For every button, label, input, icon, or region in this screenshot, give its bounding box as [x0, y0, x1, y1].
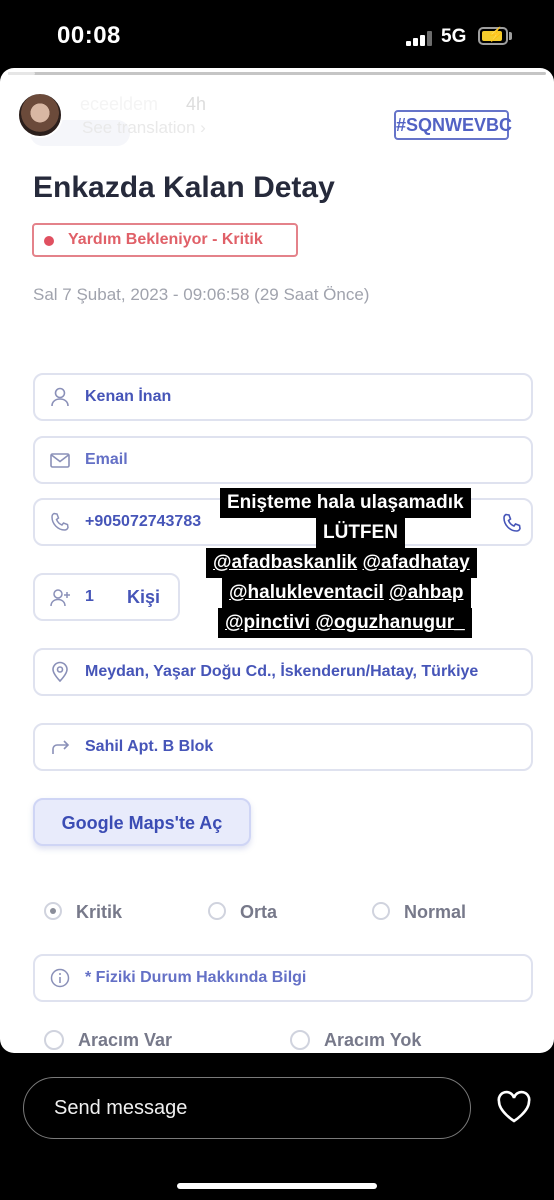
- radio-selected-icon: [44, 902, 62, 920]
- story-card[interactable]: eceeldem 4h See translation › #SQNWEVBC …: [0, 68, 554, 1053]
- address-field[interactable]: Meydan, Yaşar Doğu Cd., İskenderun/Hatay…: [33, 648, 533, 696]
- status-badge-label: Yardım Bekleniyor - Kritik: [68, 231, 263, 248]
- open-google-maps-label: Google Maps'te Aç: [61, 813, 223, 833]
- radio-unselected-icon: [372, 902, 390, 920]
- page-title: Enkazda Kalan Detay: [33, 171, 335, 204]
- severity-label-normal: Normal: [404, 902, 467, 922]
- overlay-line-5: @pinctivi @oguzhanugur_: [218, 608, 472, 638]
- severity-label-orta: Orta: [240, 902, 278, 922]
- overlay-line-1: Enişteme hala ulaşamadık: [220, 488, 471, 518]
- phone-icon: [51, 512, 69, 531]
- see-translation-link[interactable]: See translation ›: [82, 118, 206, 138]
- vehicle-label-no: Aracım Yok: [324, 1030, 422, 1050]
- mail-icon: [50, 453, 70, 468]
- story-username[interactable]: eceeldem: [80, 94, 158, 115]
- info-icon: [50, 968, 70, 988]
- person-count-value: 1: [85, 588, 94, 605]
- mention-halukleventacil[interactable]: @halukleventacil: [229, 582, 384, 603]
- mention-ahbap[interactable]: @ahbap: [389, 582, 463, 603]
- mention-afadbaskanlik[interactable]: @afadbaskanlik: [213, 552, 357, 573]
- mention-pinctivi[interactable]: @pinctivi: [225, 612, 310, 633]
- physical-condition-placeholder: * Fiziki Durum Hakkında Bilgi: [85, 969, 307, 986]
- story-age: 4h: [186, 94, 207, 114]
- person-count-unit: Kişi: [127, 587, 161, 607]
- phone-value: +905072743783: [85, 513, 202, 530]
- status-dot-icon: [44, 236, 54, 246]
- status-badge: Yardım Bekleniyor - Kritik: [32, 223, 298, 257]
- avatar[interactable]: [17, 92, 63, 138]
- person-count-stepper[interactable]: 1 Kişi: [33, 573, 180, 621]
- address-value: Meydan, Yaşar Doğu Cd., İskenderun/Hatay…: [85, 663, 479, 680]
- vehicle-radio-yes[interactable]: Aracım Var: [44, 1028, 264, 1053]
- mention-oguzhanugur[interactable]: @oguzhanugur_: [315, 612, 464, 633]
- clock: 00:08: [57, 22, 121, 49]
- add-person-icon: [50, 589, 70, 607]
- battery-tip: [509, 32, 512, 40]
- person-icon: [51, 387, 69, 407]
- send-message-placeholder: Send message: [54, 1097, 188, 1119]
- severity-label-kritik: Kritik: [76, 902, 123, 922]
- overlay-line-4: @halukleventacil @ahbap: [222, 578, 471, 608]
- radio-unselected-icon: [44, 1030, 64, 1050]
- radio-unselected-icon: [208, 902, 226, 920]
- home-indicator: [177, 1183, 377, 1189]
- report-datetime: Sal 7 Şubat, 2023 - 09:06:58 (29 Saat Ön…: [33, 285, 370, 304]
- open-google-maps-button[interactable]: Google Maps'te Aç: [33, 798, 251, 846]
- vehicle-radio-no[interactable]: Aracım Yok: [290, 1028, 510, 1053]
- story-progress-bar: [8, 72, 546, 75]
- physical-condition-field[interactable]: * Fiziki Durum Hakkında Bilgi: [33, 954, 533, 1002]
- ticket-id-badge: #SQNWEVBC: [394, 110, 512, 140]
- building-field[interactable]: Sahil Apt. B Blok: [33, 723, 533, 771]
- heart-icon[interactable]: [496, 1090, 532, 1124]
- radio-unselected-icon: [290, 1030, 310, 1050]
- status-bar: 00:08 5G ⚡: [0, 0, 554, 70]
- call-icon[interactable]: [501, 512, 523, 534]
- email-placeholder: Email: [85, 451, 128, 468]
- signal-icon: [406, 30, 436, 46]
- vehicle-label-yes: Aracım Var: [78, 1030, 173, 1050]
- send-message-input[interactable]: Send message: [23, 1077, 471, 1139]
- mention-afadhatay[interactable]: @afadhatay: [362, 552, 469, 573]
- overlay-line-3: @afadbaskanlik @afadhatay: [206, 548, 477, 578]
- battery-icon: ⚡: [478, 26, 508, 45]
- overlay-line-2: LÜTFEN: [316, 518, 405, 548]
- email-field[interactable]: Email: [33, 436, 533, 484]
- name-value: Kenan İnan: [85, 388, 172, 405]
- name-field[interactable]: Kenan İnan: [33, 373, 533, 421]
- directions-arrow-icon: [52, 740, 70, 754]
- location-pin-icon: [52, 661, 68, 683]
- network-label: 5G: [441, 26, 467, 47]
- building-value: Sahil Apt. B Blok: [85, 738, 214, 755]
- close-icon[interactable]: [506, 100, 542, 136]
